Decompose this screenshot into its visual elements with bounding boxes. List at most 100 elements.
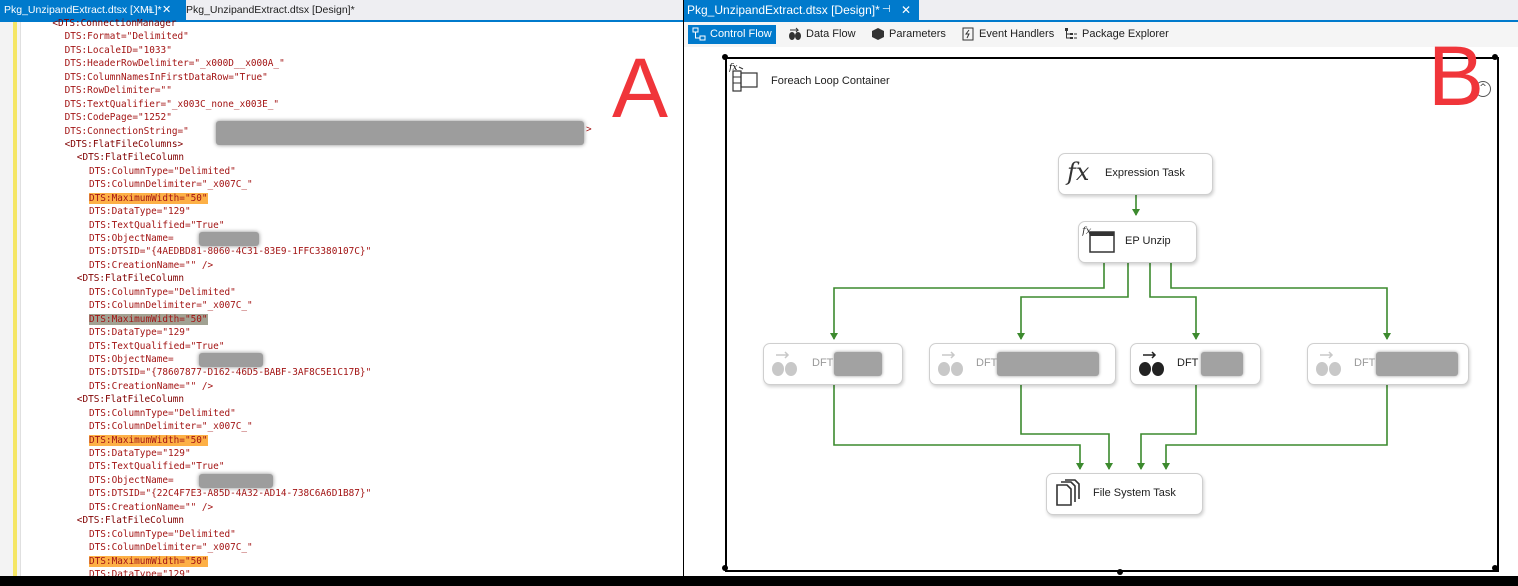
file-system-task[interactable]: File System Task <box>1046 473 1203 515</box>
code-text: DTS:CreationName="" /> <box>89 380 214 392</box>
tab-event-handlers[interactable]: Event Handlers <box>957 25 1058 44</box>
pin-icon[interactable]: ⊣ <box>882 0 891 20</box>
tab-xml-label: Pkg_UnzipandExtract.dtsx [XML]* <box>4 4 162 16</box>
expression-task[interactable]: fx Expression Task <box>1058 153 1213 195</box>
annotation-letter-a: A <box>612 41 669 135</box>
code-text: <DTS:FlatFileColumns> <box>64 138 184 150</box>
code-line: DTS:RowDelimiter="" <box>28 84 371 97</box>
code-line: DTS:ColumnType="Delimited" <box>28 165 371 178</box>
flow-unzip-to-dft4[interactable] <box>1170 262 1391 340</box>
data-flow-task-2[interactable]: DFT <box>929 343 1116 385</box>
code-line: DTS:DataType="129" <box>28 447 371 460</box>
code-text: DTS:ColumnType="Delimited" <box>89 286 236 298</box>
code-line: DTS:ColumnType="Delimited" <box>28 407 371 420</box>
data-flow-task-4[interactable]: DFT <box>1307 343 1469 385</box>
file-system-icon <box>1056 479 1080 506</box>
flow-unzip-to-dft1[interactable] <box>830 262 1105 340</box>
ep-unzip-task[interactable]: fx EP Unzip <box>1078 221 1197 263</box>
task-label: Expression Task <box>1105 167 1185 179</box>
code-line: DTS:MaximumWidth="50" <box>28 313 371 326</box>
connection-string-close: > <box>586 124 592 135</box>
code-line: DTS:DTSID="{78607877-D162-46D5-BABF-3AF8… <box>28 366 371 379</box>
redacted-connection-string <box>216 121 584 145</box>
code-text: DTS:DataType="129" <box>89 327 191 339</box>
tab-label: Event Handlers <box>979 28 1055 40</box>
code-text: DTS:CreationName="" /> <box>89 259 214 271</box>
data-flow-task-3[interactable]: DFT <box>1130 343 1261 385</box>
code-line: DTS:ColumnType="Delimited" <box>28 286 371 299</box>
tab-parameters[interactable]: Parameters <box>867 25 950 44</box>
code-line: DTS:ColumnDelimiter="_x007C_" <box>28 178 371 191</box>
code-text: DTS:CodePage="1252" <box>64 112 172 124</box>
fx-icon: fx <box>1067 158 1090 186</box>
tab-label: Control Flow <box>710 28 772 40</box>
code-text: DTS:ColumnType="Delimited" <box>89 165 236 177</box>
code-text: DTS:ColumnNamesInFirstDataRow="True" <box>64 71 268 83</box>
code-line: DTS:CreationName="" /> <box>28 501 371 514</box>
parameters-icon <box>872 28 884 40</box>
design-tab-label: Pkg_UnzipandExtract.dtsx [Design]* <box>687 3 880 17</box>
code-text: DTS:ObjectName= <box>89 233 174 244</box>
code-line: DTS:Format="Delimited" <box>28 30 371 43</box>
code-line: DTS:ColumnNamesInFirstDataRow="True" <box>28 71 371 84</box>
code-line: DTS:MaximumWidth="50" <box>28 555 371 568</box>
code-text: <DTS:FlatFileColumn <box>76 152 185 164</box>
code-line: <DTS:ConnectionManager <box>28 17 371 30</box>
xml-editor-pane: Pkg_UnzipandExtract.dtsx [XML]* ⊣ ✕ Pkg_… <box>0 0 683 576</box>
tab-control-flow[interactable]: Control Flow <box>688 25 776 44</box>
control-flow-icon <box>692 27 706 41</box>
code-text: DTS:ColumnDelimiter="_x007C_" <box>89 542 253 554</box>
code-line: DTS:ColumnDelimiter="_x007C_" <box>28 299 371 312</box>
redacted-object-name <box>199 232 259 246</box>
code-text: <DTS:ConnectionManager <box>52 18 177 29</box>
flow-unzip-to-dft2[interactable] <box>1017 262 1129 340</box>
designer-pane: Pkg_UnzipandExtract.dtsx [Design]* ⊣ ✕ C… <box>684 0 1518 576</box>
code-text: DTS:TextQualified="True" <box>89 340 225 352</box>
code-text: DTS:TextQualified="True" <box>89 461 225 473</box>
xml-code-area[interactable]: <DTS:ConnectionManager DTS:Format="Delimi… <box>28 17 371 576</box>
code-line: DTS:TextQualified="True" <box>28 219 371 232</box>
code-text: DTS:ColumnDelimiter="_x007C_" <box>89 421 253 433</box>
code-line: DTS:DTSID="{22C4F7E3-A85D-4A32-AD14-738C… <box>28 487 371 500</box>
code-line: <DTS:FlatFileColumn <box>28 514 371 527</box>
data-flow-disabled-icon <box>938 351 963 376</box>
code-text: DTS:ColumnDelimiter="_x007C_" <box>89 300 253 312</box>
task-label: DFT <box>812 357 834 369</box>
code-text: DTS:MaximumWidth="50" <box>89 555 208 567</box>
code-text: DTS:MaximumWidth="50" <box>89 192 208 204</box>
code-line: DTS:CreationName="" /> <box>28 380 371 393</box>
flow-unzip-to-dft3[interactable] <box>1149 262 1200 340</box>
task-label: EP Unzip <box>1125 235 1171 247</box>
redacted-task-name <box>997 352 1099 376</box>
flow-dft2-to-fs[interactable] <box>1020 384 1113 470</box>
flow-dft3-to-fs[interactable] <box>1137 384 1197 470</box>
code-line: DTS:ColumnType="Delimited" <box>28 528 371 541</box>
data-flow-task-1[interactable]: DFT <box>763 343 903 385</box>
code-line: DTS:MaximumWidth="50" <box>28 192 371 205</box>
code-text: DTS:ConnectionString=" <box>64 125 189 137</box>
code-text: DTS:DataType="129" <box>89 206 191 218</box>
redacted-object-name <box>199 353 263 367</box>
code-text: DTS:TextQualified="True" <box>89 219 225 231</box>
flow-dft1-to-fs[interactable] <box>833 384 1084 470</box>
code-text: <DTS:FlatFileColumn <box>76 273 185 285</box>
data-flow-disabled-icon <box>1316 351 1341 376</box>
editor-gutter <box>0 22 21 576</box>
redacted-task-name <box>1201 352 1243 376</box>
tab-design-label: Pkg_UnzipandExtract.dtsx [Design]* <box>186 4 355 16</box>
code-line: <DTS:FlatFileColumn <box>28 393 371 406</box>
tab-package-explorer[interactable]: Package Explorer <box>1060 25 1173 44</box>
close-icon[interactable]: ✕ <box>901 0 911 20</box>
control-flow-surface[interactable]: fx Foreach Loop Container ^ fx Expressio… <box>684 47 1518 576</box>
redacted-task-name <box>1376 352 1458 376</box>
tab-design-document[interactable]: Pkg_UnzipandExtract.dtsx [Design]* ⊣ ✕ <box>684 0 919 20</box>
code-line: DTS:TextQualifier="_x003C_none_x003E_" <box>28 98 371 111</box>
code-line: <DTS:FlatFileColumn <box>28 272 371 285</box>
designer-tab-strip: Pkg_UnzipandExtract.dtsx [Design]* ⊣ ✕ <box>684 0 1518 22</box>
code-text: DTS:HeaderRowDelimiter="_x000D__x000A_" <box>64 58 285 70</box>
code-text: DTS:DataType="129" <box>89 568 191 576</box>
code-text: DTS:DTSID="{4AEDBD81-8060-4C31-83E9-1FFC… <box>89 246 372 258</box>
code-text: DTS:ObjectName= <box>89 353 174 365</box>
tab-data-flow[interactable]: Data Flow <box>784 25 860 44</box>
flow-dft4-to-fs[interactable] <box>1162 384 1388 470</box>
